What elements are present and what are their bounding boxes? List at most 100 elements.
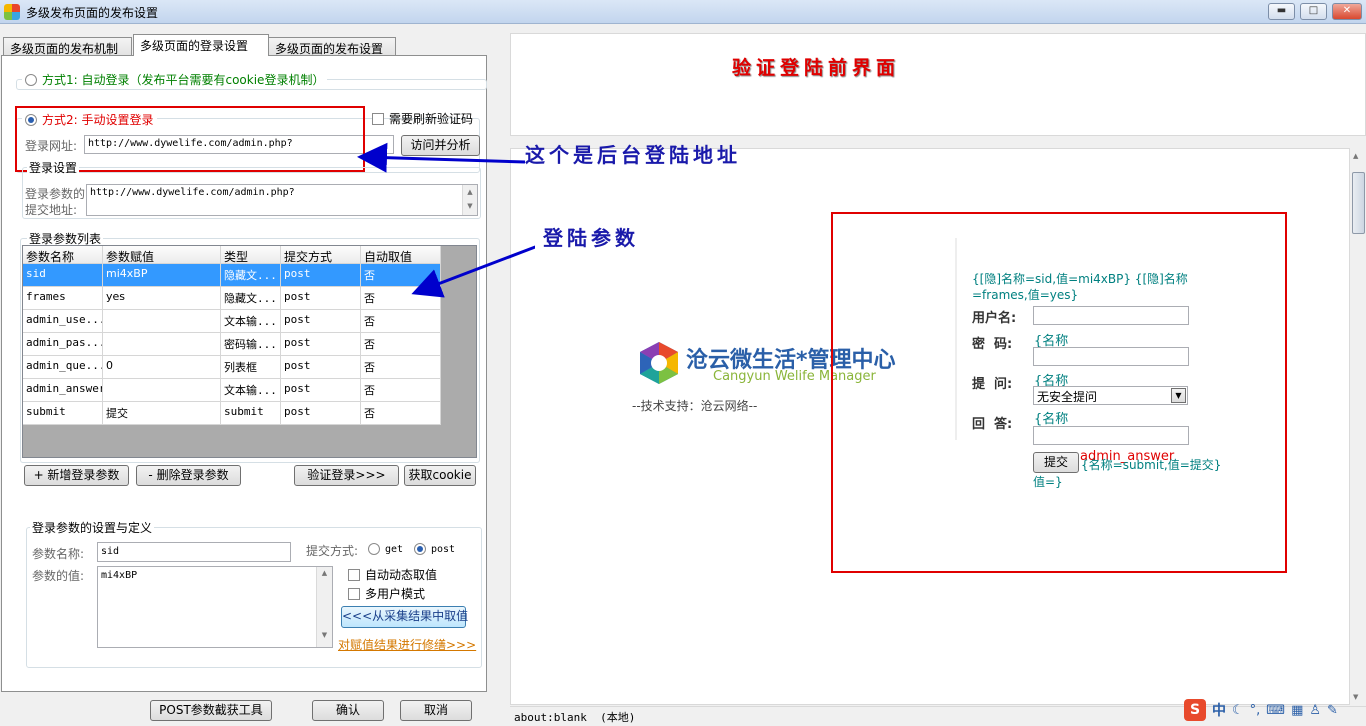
grid-cell[interactable] bbox=[103, 379, 221, 402]
grid-header-cell[interactable]: 参数赋值 bbox=[103, 246, 221, 264]
verify-login-button[interactable]: 验证登录>>> bbox=[294, 465, 399, 486]
arrow-to-param-list bbox=[411, 245, 535, 298]
grid-cell[interactable]: post bbox=[281, 402, 361, 425]
modify-result-link[interactable]: 对赋值结果进行修缮>>> bbox=[338, 636, 476, 653]
grid-icon[interactable]: ▦ bbox=[1291, 703, 1303, 718]
method-post-option[interactable]: post bbox=[414, 543, 455, 555]
param-value-scrollbar[interactable]: ▲ ▼ bbox=[316, 567, 332, 647]
browser-scrollbar[interactable]: ▲ ▼ bbox=[1349, 148, 1366, 705]
browser-scroll-thumb[interactable] bbox=[1352, 172, 1365, 234]
grid-cell[interactable]: post bbox=[281, 356, 361, 379]
auto-dynamic-option[interactable]: 自动动态取值 bbox=[348, 566, 437, 583]
auto-dynamic-checkbox[interactable] bbox=[348, 568, 360, 581]
grid-cell[interactable]: post bbox=[281, 333, 361, 356]
param-value-textarea[interactable]: mi4xBP bbox=[97, 566, 333, 648]
add-param-button[interactable]: + 新增登录参数 bbox=[24, 465, 129, 486]
grid-cell[interactable]: 否 bbox=[361, 310, 441, 333]
form-divider bbox=[955, 238, 957, 440]
grid-cell[interactable]: post bbox=[281, 287, 361, 310]
grid-cell[interactable]: sid bbox=[23, 264, 103, 287]
close-button[interactable]: ✕ bbox=[1332, 3, 1362, 20]
take-from-collect-button[interactable]: <<<从采集结果中取值 bbox=[341, 606, 468, 628]
grid-cell[interactable]: submit bbox=[221, 402, 281, 425]
username-label: 用户名: bbox=[972, 311, 1017, 326]
chevron-down-icon[interactable]: ▼ bbox=[1171, 388, 1186, 403]
grid-cell[interactable] bbox=[103, 333, 221, 356]
post-capture-tool-button[interactable]: POST参数截获工具 bbox=[150, 700, 272, 721]
keyboard-icon[interactable]: ⌨ bbox=[1266, 703, 1285, 718]
password-label: 密 码: bbox=[972, 337, 1013, 352]
grid-cell[interactable]: admin_answer bbox=[23, 379, 103, 402]
grid-cell[interactable]: post bbox=[281, 379, 361, 402]
submit-field-info: {名称=submit,值=提交} bbox=[1081, 458, 1222, 472]
grid-cell[interactable]: 否 bbox=[361, 379, 441, 402]
method-post-label: post bbox=[431, 543, 456, 555]
auto-login-label: 方式1: 自动登录（发布平台需要有cookie登录机制） bbox=[42, 73, 325, 87]
grid-cell[interactable]: 文本输... bbox=[221, 310, 281, 333]
method-get-option[interactable]: get bbox=[368, 543, 403, 555]
method-post-radio[interactable] bbox=[414, 543, 426, 555]
grid-cell[interactable]: admin_pas... bbox=[23, 333, 103, 356]
multi-user-option[interactable]: 多用户模式 bbox=[348, 585, 425, 602]
tab-publish-mechanism[interactable]: 多级页面的发布机制 bbox=[3, 37, 132, 56]
wrench-icon[interactable]: ✎ bbox=[1327, 703, 1338, 718]
method-get-radio[interactable] bbox=[368, 543, 380, 555]
tab-publish-settings[interactable]: 多级页面的发布设置 bbox=[268, 37, 396, 56]
annotation-login-params: 登陆参数 bbox=[543, 226, 639, 250]
param-name-input[interactable]: sid bbox=[97, 542, 291, 562]
password-input[interactable] bbox=[1033, 347, 1189, 366]
confirm-button[interactable]: 确认 bbox=[312, 700, 384, 721]
cancel-button[interactable]: 取消 bbox=[400, 700, 472, 721]
minimize-button[interactable]: ▬ bbox=[1268, 3, 1295, 20]
grid-header-cell[interactable]: 提交方式 bbox=[281, 246, 361, 264]
annotation-login-url: 这个是后台登陆地址 bbox=[525, 143, 741, 167]
grid-cell[interactable]: 隐藏文... bbox=[221, 264, 281, 287]
grid-cell[interactable]: 否 bbox=[361, 356, 441, 379]
submit-addr-label-1: 登录参数的 bbox=[25, 187, 86, 201]
hidden-fields-line-2: =frames,值=yes} bbox=[972, 288, 1079, 302]
refresh-captcha-option[interactable]: 需要刷新验证码 bbox=[372, 110, 473, 127]
grid-cell[interactable]: 否 bbox=[361, 333, 441, 356]
get-cookie-button[interactable]: 获取cookie bbox=[404, 465, 476, 486]
cangyun-logo-icon bbox=[636, 340, 682, 386]
grid-cell[interactable]: 列表框 bbox=[221, 356, 281, 379]
grid-cell[interactable] bbox=[103, 310, 221, 333]
grid-cell[interactable]: 0 bbox=[103, 356, 221, 379]
grid-cell[interactable]: yes bbox=[103, 287, 221, 310]
grid-cell[interactable]: 密码输... bbox=[221, 333, 281, 356]
title-bar: 多级发布页面的发布设置 ▬ □ ✕ bbox=[0, 0, 1366, 24]
username-input[interactable] bbox=[1033, 306, 1189, 325]
grid-cell[interactable]: submit bbox=[23, 402, 103, 425]
hidden-fields-line-1: {[隐]名称=sid,值=mi4xBP} {[隐]名称 bbox=[972, 272, 1188, 286]
grid-cell[interactable]: 提交 bbox=[103, 402, 221, 425]
delete-param-button[interactable]: - 删除登录参数 bbox=[136, 465, 241, 486]
question-select[interactable]: 无安全提问 ▼ bbox=[1033, 386, 1188, 405]
grid-cell[interactable]: 文本输... bbox=[221, 379, 281, 402]
grid-header-cell[interactable]: 参数名称 bbox=[23, 246, 103, 264]
grid-header-cell[interactable]: 类型 bbox=[221, 246, 281, 264]
grid-cell[interactable]: post bbox=[281, 310, 361, 333]
statusbar-text: about:blank (本地) bbox=[514, 711, 636, 724]
grid-cell[interactable]: 隐藏文... bbox=[221, 287, 281, 310]
auto-login-radio[interactable] bbox=[25, 73, 37, 86]
skin-icon[interactable]: ♙ bbox=[1309, 703, 1321, 718]
auto-login-option[interactable]: 方式1: 自动登录（发布平台需要有cookie登录机制） bbox=[22, 71, 328, 88]
moon-icon[interactable]: ☾ bbox=[1232, 703, 1244, 718]
grid-cell[interactable]: admin_que... bbox=[23, 356, 103, 379]
tab-login-settings[interactable]: 多级页面的登录设置 bbox=[133, 34, 269, 56]
param-def-legend: 登录参数的设置与定义 bbox=[30, 519, 155, 536]
grid-cell[interactable]: 否 bbox=[361, 402, 441, 425]
grid-cell[interactable]: frames bbox=[23, 287, 103, 310]
maximize-button[interactable]: □ bbox=[1300, 3, 1327, 20]
refresh-captcha-checkbox[interactable] bbox=[372, 112, 384, 125]
grid-cell[interactable]: post bbox=[281, 264, 361, 287]
multi-user-checkbox[interactable] bbox=[348, 587, 360, 600]
grid-cell[interactable]: admin_use... bbox=[23, 310, 103, 333]
punctuation-icon[interactable]: °, bbox=[1250, 703, 1261, 718]
ime-language-label[interactable]: 中 bbox=[1212, 700, 1226, 720]
grid-cell[interactable]: mi4xBP bbox=[103, 264, 221, 287]
sogou-logo-icon[interactable]: S bbox=[1184, 699, 1206, 721]
preview-submit-button[interactable]: 提交 bbox=[1033, 452, 1079, 473]
answer-input[interactable] bbox=[1033, 426, 1189, 445]
multi-user-label: 多用户模式 bbox=[365, 587, 426, 601]
